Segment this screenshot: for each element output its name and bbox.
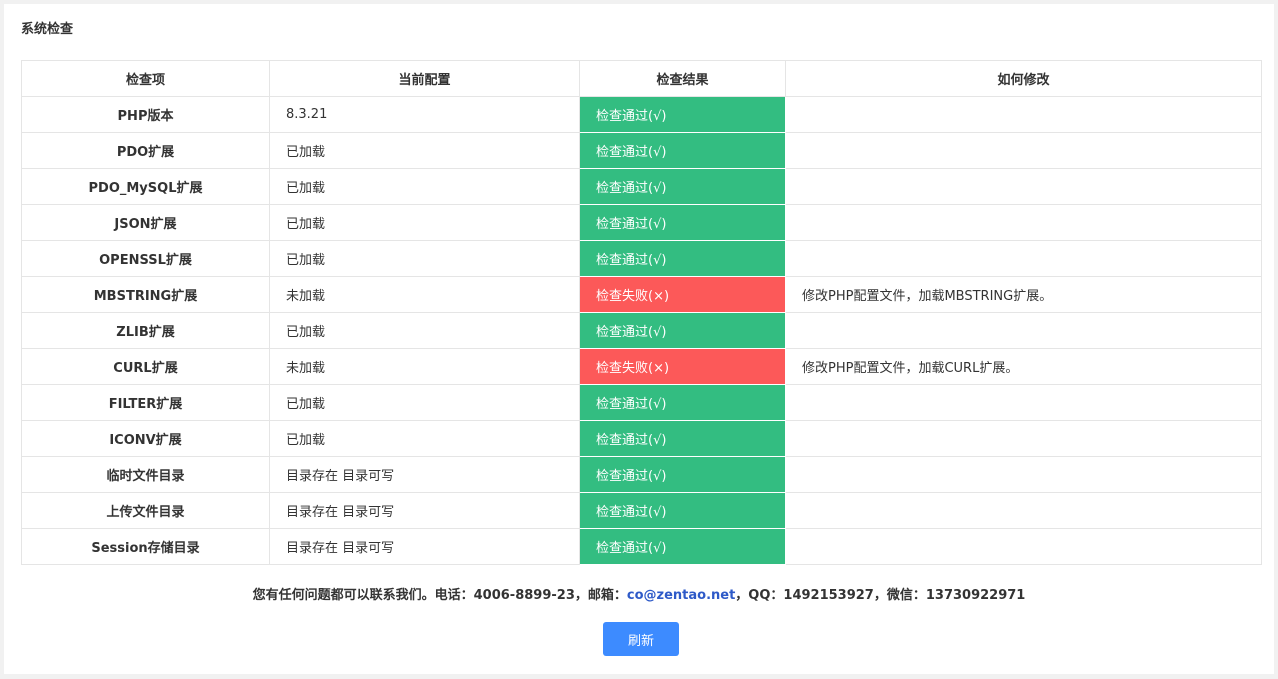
check-item-cell: PDO_MySQL扩展: [21, 168, 270, 205]
table-row: Session存储目录 目录存在 目录可写 检查通过(√): [21, 528, 1262, 565]
table-header-row: 检查项 当前配置 检查结果 如何修改: [21, 60, 1262, 97]
contact-email-link[interactable]: co@zentao.net: [627, 588, 735, 603]
check-item-cell: 上传文件目录: [21, 492, 270, 529]
check-item-cell: JSON扩展: [21, 204, 270, 241]
how-to-fix-cell: 修改PHP配置文件，加载MBSTRING扩展。: [785, 276, 1262, 313]
table-row: MBSTRING扩展 未加载 检查失败(×) 修改PHP配置文件，加载MBSTRING…: [21, 276, 1262, 313]
table-row: CURL扩展 未加载 检查失败(×) 修改PHP配置文件，加载CURL扩展。: [21, 348, 1262, 385]
refresh-button[interactable]: 刷新: [603, 622, 679, 656]
contact-info: 您有任何问题都可以联系我们。电话：4006-8899-23，邮箱：co@zent…: [4, 587, 1274, 605]
how-to-fix-cell: [785, 312, 1262, 349]
how-to-fix-cell: [785, 168, 1262, 205]
how-to-fix-cell: [785, 96, 1262, 133]
header-how-to-fix: 如何修改: [785, 60, 1262, 97]
table-row: FILTER扩展 已加载 检查通过(√): [21, 384, 1262, 421]
table-row: PDO扩展 已加载 检查通过(√): [21, 132, 1262, 169]
how-to-fix-cell: [785, 492, 1262, 529]
table-row: OPENSSL扩展 已加载 检查通过(√): [21, 240, 1262, 277]
check-item-cell: ZLIB扩展: [21, 312, 270, 349]
check-result-cell: 检查通过(√): [579, 528, 786, 565]
contact-text-suffix: ，QQ：1492153927，微信：13730922971: [735, 588, 1026, 603]
panel-title: 系统检查: [21, 22, 74, 37]
check-result-cell: 检查通过(√): [579, 456, 786, 493]
how-to-fix-cell: [785, 384, 1262, 421]
how-to-fix-cell: [785, 528, 1262, 565]
check-result-cell: 检查通过(√): [579, 132, 786, 169]
header-current-config: 当前配置: [269, 60, 580, 97]
check-item-cell: PDO扩展: [21, 132, 270, 169]
current-config-cell: 已加载: [269, 420, 580, 457]
current-config-cell: 已加载: [269, 312, 580, 349]
current-config-cell: 未加载: [269, 348, 580, 385]
current-config-cell: 已加载: [269, 384, 580, 421]
check-item-cell: FILTER扩展: [21, 384, 270, 421]
check-result-cell: 检查通过(√): [579, 96, 786, 133]
check-result-cell: 检查通过(√): [579, 420, 786, 457]
header-check-item: 检查项: [21, 60, 270, 97]
check-result-cell: 检查通过(√): [579, 240, 786, 277]
check-table: 检查项 当前配置 检查结果 如何修改 PHP版本 8.3.21 检查通过(√) PDO…: [21, 60, 1262, 565]
current-config-cell: 8.3.21: [269, 96, 580, 133]
current-config-cell: 已加载: [269, 204, 580, 241]
current-config-cell: 已加载: [269, 240, 580, 277]
check-item-cell: MBSTRING扩展: [21, 276, 270, 313]
system-check-panel: 系统检查 检查项 当前配置 检查结果 如何修改 PHP版本 8.3.21 检查通过(…: [4, 4, 1274, 674]
check-result-cell: 检查失败(×): [579, 348, 786, 385]
check-result-cell: 检查通过(√): [579, 204, 786, 241]
current-config-cell: 目录存在 目录可写: [269, 456, 580, 493]
table-row: 上传文件目录 目录存在 目录可写 检查通过(√): [21, 492, 1262, 529]
current-config-cell: 目录存在 目录可写: [269, 492, 580, 529]
how-to-fix-cell: [785, 420, 1262, 457]
check-item-cell: Session存储目录: [21, 528, 270, 565]
check-result-cell: 检查通过(√): [579, 168, 786, 205]
current-config-cell: 已加载: [269, 168, 580, 205]
check-item-cell: OPENSSL扩展: [21, 240, 270, 277]
table-row: JSON扩展 已加载 检查通过(√): [21, 204, 1262, 241]
check-item-cell: 临时文件目录: [21, 456, 270, 493]
table-row: PDO_MySQL扩展 已加载 检查通过(√): [21, 168, 1262, 205]
contact-text: 您有任何问题都可以联系我们。电话：4006-8899-23，邮箱：: [252, 588, 627, 603]
header-check-result: 检查结果: [579, 60, 786, 97]
check-result-cell: 检查通过(√): [579, 492, 786, 529]
check-result-cell: 检查失败(×): [579, 276, 786, 313]
how-to-fix-cell: 修改PHP配置文件，加载CURL扩展。: [785, 348, 1262, 385]
current-config-cell: 目录存在 目录可写: [269, 528, 580, 565]
table-row: ICONV扩展 已加载 检查通过(√): [21, 420, 1262, 457]
how-to-fix-cell: [785, 456, 1262, 493]
how-to-fix-cell: [785, 240, 1262, 277]
how-to-fix-cell: [785, 204, 1262, 241]
check-item-cell: PHP版本: [21, 96, 270, 133]
how-to-fix-cell: [785, 132, 1262, 169]
table-row: PHP版本 8.3.21 检查通过(√): [21, 96, 1262, 133]
table-row: ZLIB扩展 已加载 检查通过(√): [21, 312, 1262, 349]
check-result-cell: 检查通过(√): [579, 384, 786, 421]
table-row: 临时文件目录 目录存在 目录可写 检查通过(√): [21, 456, 1262, 493]
current-config-cell: 未加载: [269, 276, 580, 313]
check-result-cell: 检查通过(√): [579, 312, 786, 349]
check-item-cell: ICONV扩展: [21, 420, 270, 457]
current-config-cell: 已加载: [269, 132, 580, 169]
check-item-cell: CURL扩展: [21, 348, 270, 385]
